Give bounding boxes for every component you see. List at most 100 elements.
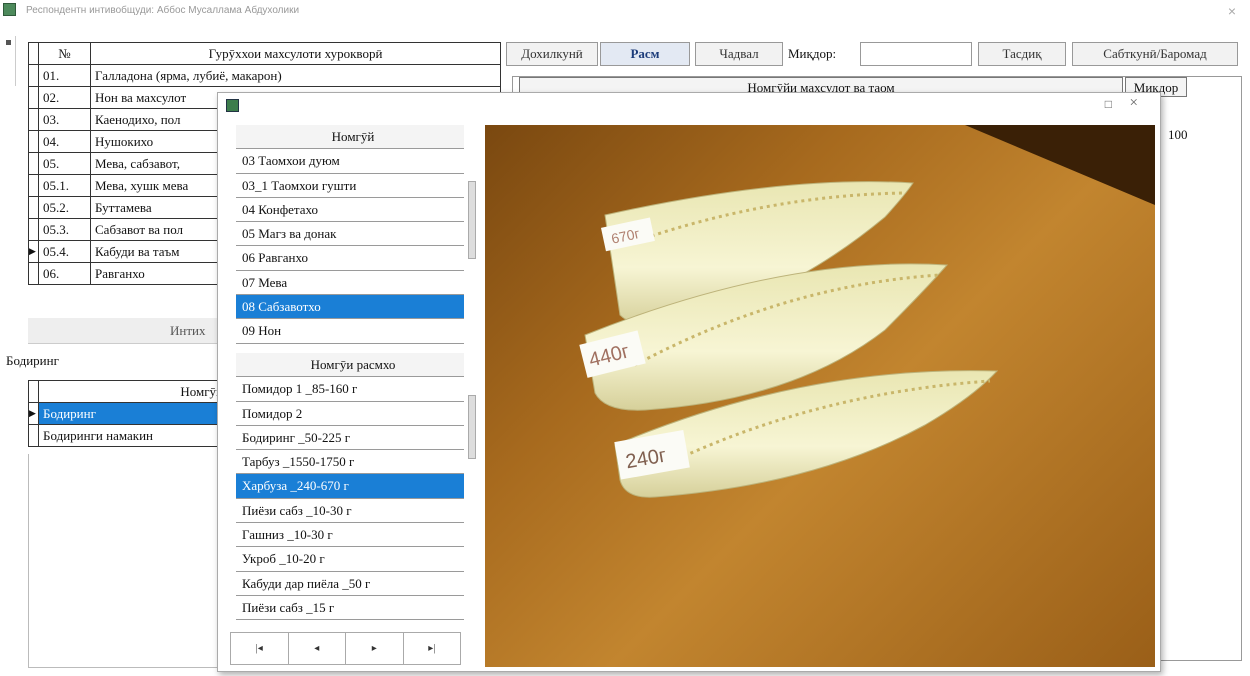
image-item-label: Помидор 1 _85-160 г bbox=[242, 381, 358, 397]
row-selector bbox=[28, 196, 39, 219]
first-record-icon[interactable]: |◂ bbox=[231, 633, 289, 664]
maximize-icon[interactable]: □ bbox=[1105, 97, 1112, 112]
image-item-label: Харбуза _240-670 г bbox=[242, 478, 349, 494]
popup-close-button[interactable]: × bbox=[1130, 95, 1138, 112]
image-item[interactable]: Пиёзи сабз _15 г bbox=[236, 596, 464, 621]
tab-entry[interactable]: Дохилкунӣ bbox=[506, 42, 598, 66]
left-section-bar: Интих bbox=[28, 318, 228, 344]
group-number-cell[interactable]: 05.3. bbox=[38, 218, 91, 241]
image-item[interactable]: Бодиринг _50-225 г bbox=[236, 426, 464, 451]
image-item[interactable]: Кабуди дар пиёла _50 г bbox=[236, 572, 464, 596]
image-item-label: Пиёзи сабз _15 г bbox=[242, 599, 335, 615]
window-close-button[interactable]: × bbox=[1228, 3, 1236, 19]
next-record-icon[interactable]: ▸ bbox=[346, 633, 404, 664]
row-selector bbox=[28, 130, 39, 153]
product-field[interactable]: Бодиринг bbox=[6, 353, 59, 369]
category-item-label: 08 Сабзавотхо bbox=[242, 299, 321, 315]
category-item-label: 04 Конфетахо bbox=[242, 201, 319, 217]
row-pointer-icon: ▶ bbox=[28, 240, 39, 263]
window-title: Респондентн интивобщуди: Аббос Мусаллама… bbox=[26, 5, 300, 16]
group-number-cell[interactable]: 05.1. bbox=[38, 174, 91, 197]
image-item-label: Бодиринг _50-225 г bbox=[242, 429, 351, 445]
left-section-label: Интих bbox=[170, 323, 206, 338]
table-row[interactable]: 01. Галладона (ярма, лубиё, макарон) bbox=[28, 64, 501, 87]
category-item[interactable]: 04 Конфетахо bbox=[236, 198, 464, 223]
col-number-header: № bbox=[38, 42, 91, 65]
image-item-label: Пиёзи сабз _10-30 г bbox=[242, 502, 352, 518]
image-scrollbar[interactable] bbox=[468, 395, 476, 459]
group-name-cell[interactable]: Галладона (ярма, лубиё, макарон) bbox=[90, 64, 501, 87]
image-item[interactable]: Помидор 2 bbox=[236, 402, 464, 426]
food-photo: 670г 440г 240г bbox=[485, 125, 1155, 667]
quantity-input[interactable] bbox=[860, 42, 972, 66]
row-selector bbox=[28, 86, 39, 109]
row-selector bbox=[28, 218, 39, 241]
table-row[interactable]: ▶ Бодиринг bbox=[28, 402, 228, 425]
table-header-row: Номгӯй bbox=[28, 380, 228, 403]
row-selector-header bbox=[28, 42, 39, 65]
picture-popup: □ × Номгӯй 03 Таомхои дуюм 03_1 Таомхои г… bbox=[217, 92, 1161, 672]
image-list: Номгӯи расмхо Помидор 1 _85-160 г Помидор… bbox=[236, 353, 464, 621]
category-item[interactable]: 03_1 Таомхои гушти bbox=[236, 174, 464, 198]
product-cell[interactable]: Бодиринг bbox=[38, 402, 228, 425]
row-selector bbox=[28, 262, 39, 285]
group-number-cell[interactable]: 05. bbox=[38, 152, 91, 175]
image-item-label: Тарбуз _1550-1750 г bbox=[242, 454, 355, 470]
app-icon bbox=[3, 3, 16, 16]
prev-record-icon[interactable]: ◂ bbox=[289, 633, 346, 664]
category-item[interactable]: 06 Равганхо bbox=[236, 246, 464, 271]
category-item[interactable]: ▶08 Сабзавотхо bbox=[236, 295, 464, 320]
image-item[interactable]: Тарбуз _1550-1750 г bbox=[236, 450, 464, 475]
category-item[interactable]: 05 Магз ва донак bbox=[236, 222, 464, 247]
confirm-button[interactable]: Тасдиқ bbox=[978, 42, 1066, 66]
group-number-cell[interactable]: 04. bbox=[38, 130, 91, 153]
image-item-label: Укроб _10-20 г bbox=[242, 551, 325, 567]
table-header-row: № Гурӯххои махсулоти хурокворӣ bbox=[28, 42, 501, 65]
left-panel-frame bbox=[28, 454, 228, 668]
record-navigator: |◂ ◂ ▸ ▸| bbox=[230, 632, 461, 665]
row-selector bbox=[28, 108, 39, 131]
category-item-label: 07 Мева bbox=[242, 274, 288, 290]
image-item[interactable]: Гашниз _10-30 г bbox=[236, 523, 464, 548]
row-selector bbox=[28, 64, 39, 87]
image-item-label: Кабуди дар пиёла _50 г bbox=[242, 575, 371, 591]
row-selector bbox=[28, 152, 39, 175]
category-item[interactable]: 07 Мева bbox=[236, 271, 464, 296]
quantity-label: Миқдор: bbox=[788, 46, 837, 61]
image-item[interactable]: ▶Харбуза _240-670 г bbox=[236, 474, 464, 499]
category-item[interactable]: 09 Нон bbox=[236, 319, 464, 344]
group-number-cell[interactable]: 02. bbox=[38, 86, 91, 109]
image-list-header: Номгӯи расмхо bbox=[236, 353, 464, 378]
image-item[interactable]: Помидор 1 _85-160 г bbox=[236, 377, 464, 402]
table-row[interactable]: Бодиринги намакин bbox=[28, 424, 228, 447]
category-item-label: 05 Магз ва донак bbox=[242, 226, 337, 242]
category-item-label: 03_1 Таомхои гушти bbox=[242, 177, 357, 193]
tab-picture[interactable]: Расм bbox=[600, 42, 690, 66]
row-selector bbox=[28, 424, 39, 447]
save-exit-button[interactable]: Сабткунӣ/Баромад bbox=[1072, 42, 1238, 66]
row-pointer-icon: ▶ bbox=[28, 402, 39, 425]
image-item[interactable]: Укроб _10-20 г bbox=[236, 547, 464, 572]
image-item[interactable]: Пиёзи сабз _10-30 г bbox=[236, 499, 464, 524]
quantity-value: 100 bbox=[1168, 127, 1188, 142]
group-number-cell[interactable]: 01. bbox=[38, 64, 91, 87]
category-list: Номгӯй 03 Таомхои дуюм 03_1 Таомхои гушти… bbox=[236, 125, 464, 344]
group-number-cell[interactable]: 05.2. bbox=[38, 196, 91, 219]
category-item-label: 06 Равганхо bbox=[242, 250, 308, 266]
image-item-label: Помидор 2 bbox=[242, 405, 303, 421]
row-selector bbox=[28, 174, 39, 197]
category-list-header: Номгӯй bbox=[236, 125, 464, 150]
row-selector-header bbox=[28, 380, 39, 403]
group-number-cell[interactable]: 05.4. bbox=[38, 240, 91, 263]
group-number-cell[interactable]: 06. bbox=[38, 262, 91, 285]
image-item-label: Гашниз _10-30 г bbox=[242, 527, 333, 543]
last-record-icon[interactable]: ▸| bbox=[404, 633, 461, 664]
category-scrollbar[interactable] bbox=[468, 181, 476, 259]
popup-app-icon bbox=[226, 99, 239, 112]
record-marker-icon bbox=[6, 40, 11, 45]
tab-table[interactable]: Чадвал bbox=[695, 42, 783, 66]
category-item[interactable]: 03 Таомхои дуюм bbox=[236, 149, 464, 174]
group-number-cell[interactable]: 03. bbox=[38, 108, 91, 131]
product-cell[interactable]: Бодиринги намакин bbox=[38, 424, 228, 447]
melon-slices-image: 670г 440г 240г bbox=[579, 125, 1155, 498]
